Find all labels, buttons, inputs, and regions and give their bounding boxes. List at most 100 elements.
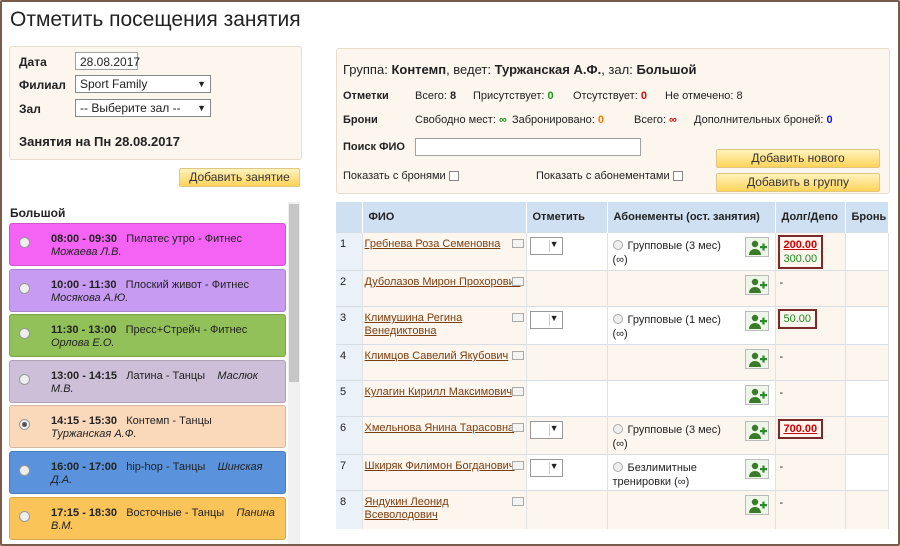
present-value: 0 <box>547 90 554 102</box>
lesson-radio[interactable] <box>19 237 30 248</box>
chevron-down-icon: ▼ <box>197 79 206 89</box>
row-number: 8 <box>336 490 363 529</box>
client-name-link[interactable]: Шкиряк Филимон Богданович <box>363 455 526 473</box>
client-name-link[interactable]: Кулагин Кирилл Максимович <box>363 381 526 399</box>
lesson-radio[interactable] <box>19 419 30 430</box>
add-user-icon[interactable] <box>744 459 769 479</box>
table-row: 6 Хмельнова Янина Тарасовна ▼ Групповые (3 … <box>336 416 889 455</box>
subscription-radio[interactable] <box>612 314 623 324</box>
lesson-radio[interactable] <box>19 465 30 476</box>
lesson-title: Контемп - Танцы <box>126 415 212 427</box>
scrollbar-thumb[interactable] <box>289 204 299 382</box>
mark-select[interactable]: ▼ <box>529 311 563 329</box>
branch-select[interactable]: Sport Family ▼ <box>75 75 211 93</box>
lesson-title: Пилатес утро - Фитнес <box>126 233 242 245</box>
subscription-name: Групповые (3 мес) <box>627 240 721 252</box>
client-name-link[interactable]: Климцов Савелий Якубович <box>363 345 526 363</box>
hall-name: Большой <box>10 206 66 220</box>
lesson-trainer-inline: Панина <box>236 507 275 519</box>
search-input[interactable] <box>415 138 641 156</box>
show-subscriptions-checkbox[interactable] <box>672 171 683 181</box>
lesson-radio[interactable] <box>19 283 30 294</box>
branch-select-value: Sport Family <box>80 77 148 91</box>
lesson-trainer-inline: Маслюк <box>217 370 258 382</box>
lesson-trainer: Можаева Л.В. <box>51 246 122 258</box>
free-value: ∞ <box>498 114 507 126</box>
subscription-option[interactable]: Групповые (1 мес) (∞) <box>612 313 738 341</box>
show-subscriptions-toggle[interactable]: Показать с абонементами <box>536 170 683 182</box>
chevron-down-icon: ▼ <box>549 461 559 471</box>
chevron-down-icon: ▼ <box>549 313 559 323</box>
client-name-link[interactable]: Климушина Регина Венедиктовна <box>363 307 526 338</box>
lesson-list-scrollbar[interactable] <box>288 202 300 544</box>
chevron-down-icon: ▼ <box>549 423 559 433</box>
card-icon[interactable] <box>511 461 524 470</box>
subscription-option[interactable]: Групповые (3 мес) (∞) <box>612 423 738 451</box>
subscription-option[interactable]: Групповые (3 мес) (∞) <box>612 239 738 267</box>
add-user-icon[interactable] <box>744 421 769 441</box>
show-bookings-checkbox[interactable] <box>448 171 459 181</box>
group-name: Контемп <box>391 62 447 77</box>
debt-value[interactable]: 200.00 <box>784 238 818 252</box>
debt-deposit-box: 50.00 <box>777 309 818 329</box>
add-user-icon[interactable] <box>744 311 769 331</box>
add-user-icon[interactable] <box>744 385 769 405</box>
add-lesson-button[interactable]: Добавить занятие <box>179 168 300 187</box>
table-row: 2 Дуболазов Мирон Прохорович - <box>336 270 889 307</box>
card-icon[interactable] <box>511 239 524 248</box>
table-row: 5 Кулагин Кирилл Максимович - <box>336 380 889 417</box>
lesson-card[interactable]: 11:30 - 13:00 Пресс+Стрейч - Фитнес Орло… <box>9 314 286 357</box>
lesson-radio[interactable] <box>19 374 30 385</box>
card-icon[interactable] <box>511 497 524 506</box>
lesson-time: 13:00 - 14:15 <box>51 370 118 382</box>
card-icon[interactable] <box>511 423 524 432</box>
debt-deposit-box: 700.00 <box>777 419 824 439</box>
lesson-time: 10:00 - 11:30 <box>51 279 117 291</box>
card-icon[interactable] <box>511 277 524 286</box>
subscription-radio[interactable] <box>612 424 623 434</box>
table-row: 4 Климцов Савелий Якубович - <box>336 344 889 381</box>
mark-select[interactable]: ▼ <box>529 237 563 255</box>
subscription-name: Групповые (3 мес) <box>627 424 721 436</box>
add-to-group-button[interactable]: Добавить в группу <box>716 173 880 192</box>
debt-empty: - <box>779 497 784 509</box>
client-name-link[interactable]: Гребнева Роза Семеновна <box>363 233 526 251</box>
date-input[interactable]: 28.08.2017 <box>75 52 140 70</box>
trainer-prefix: , ведет: <box>446 62 491 77</box>
add-user-icon[interactable] <box>744 349 769 369</box>
group-info-panel: Группа: Контемп, ведет: Туржанская А.Ф.,… <box>336 48 890 194</box>
lesson-time: 08:00 - 09:30 <box>51 233 118 245</box>
add-user-icon[interactable] <box>744 495 769 515</box>
hall-select[interactable]: -- Выберите зал -- ▼ <box>75 99 211 117</box>
client-name-link[interactable]: Хмельнова Янина Тарасовна <box>363 417 526 435</box>
lesson-card[interactable]: 16:00 - 17:00 hip-hop - Танцы Шинская Д.… <box>9 451 286 494</box>
add-new-button[interactable]: Добавить нового <box>716 149 880 168</box>
add-user-icon[interactable] <box>744 275 769 295</box>
add-user-icon[interactable] <box>744 237 769 257</box>
card-icon[interactable] <box>511 313 524 322</box>
present-label: Присутствует: <box>473 90 545 102</box>
lesson-card[interactable]: 14:15 - 15:30 Контемп - Танцы Туржанская… <box>9 405 286 448</box>
lesson-card[interactable]: 10:00 - 11:30 Плоский живот - Фитнес Мос… <box>9 269 286 312</box>
mark-select[interactable]: ▼ <box>529 421 563 439</box>
lesson-card[interactable]: 13:00 - 14:15 Латина - Танцы Маслюк М.В. <box>9 360 286 403</box>
mark-select[interactable]: ▼ <box>529 459 563 477</box>
absent-value: 0 <box>640 90 647 102</box>
card-icon[interactable] <box>511 351 524 360</box>
card-icon[interactable] <box>511 387 524 396</box>
lesson-radio[interactable] <box>19 328 30 339</box>
subscription-option[interactable]: Безлимитные тренировки (∞) <box>612 461 738 489</box>
debt-empty: - <box>779 461 784 473</box>
lesson-card[interactable]: 08:00 - 09:30 Пилатес утро - Фитнес Можа… <box>9 223 286 266</box>
subscription-radio[interactable] <box>612 240 623 250</box>
client-name-link[interactable]: Яндукин Леонид Всеволодович <box>363 491 526 522</box>
subscription-name: Безлимитные тренировки (∞) <box>612 462 697 488</box>
client-name-link[interactable]: Дуболазов Мирон Прохорович <box>363 271 526 289</box>
lesson-radio[interactable] <box>19 511 30 522</box>
show-bookings-toggle[interactable]: Показать с бронями <box>343 170 459 182</box>
debt-value[interactable]: 700.00 <box>784 422 818 436</box>
subscription-radio[interactable] <box>612 462 623 472</box>
extra-label: Дополнительных броней: <box>694 114 824 126</box>
lesson-card[interactable]: 17:15 - 18:30 Восточные - Танцы Панина В… <box>9 497 286 540</box>
free-places: Свободно мест: ∞ <box>415 114 507 126</box>
